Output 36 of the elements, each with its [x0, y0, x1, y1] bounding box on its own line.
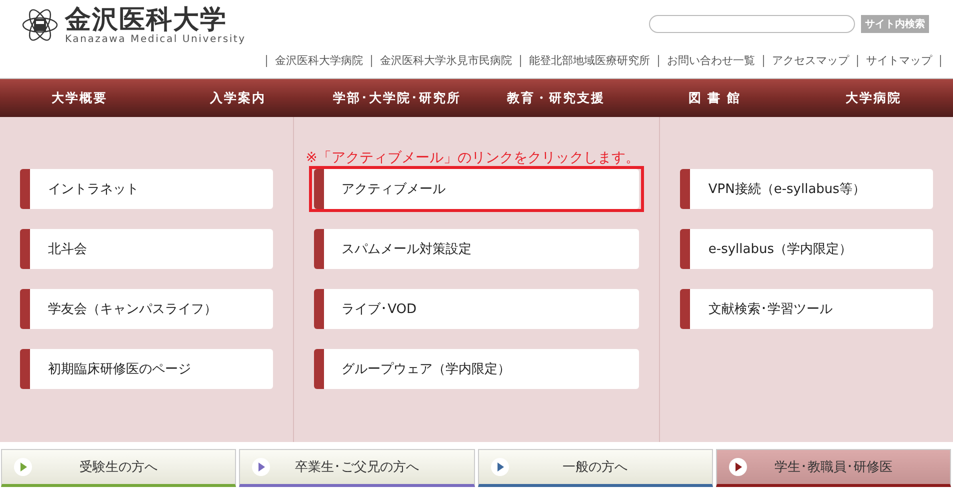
audience-tab[interactable]: 卒業生･ご父兄の方へ	[239, 449, 474, 487]
instruction-note: ※「アクティブメール」のリンクをクリックします。	[306, 149, 640, 167]
utility-link[interactable]: サイトマップ	[858, 53, 940, 68]
utility-link[interactable]: アクセスマップ	[764, 53, 857, 68]
utility-link[interactable]: お問い合わせ一覧	[659, 53, 763, 68]
link-card[interactable]: スパムメール対策設定	[314, 229, 640, 269]
nav-link[interactable]: 入学案内	[158, 79, 318, 117]
link-card[interactable]: 北斗会	[20, 229, 273, 269]
audience-tab[interactable]: 学生･教職員･研修医	[716, 449, 951, 487]
audience-tab[interactable]: 一般の方へ	[478, 449, 713, 487]
university-subtitle: Kanazawa Medical University	[65, 34, 246, 44]
link-card[interactable]: イントラネット	[20, 169, 273, 209]
nav-link[interactable]: 大学概要	[0, 79, 159, 117]
utility-link[interactable]: 金沢医科大学病院	[267, 53, 371, 68]
play-icon	[728, 458, 747, 476]
link-card[interactable]: 文献検索･学習ツール	[680, 289, 934, 329]
link-card[interactable]: e-syllabus（学内限定）	[680, 229, 934, 269]
link-card[interactable]: グループウェア（学内限定）	[314, 349, 640, 389]
nav-link[interactable]: 図 書 館	[635, 79, 794, 117]
play-icon	[252, 458, 270, 476]
utility-link[interactable]: 金沢医科大学氷見市民病院	[372, 53, 520, 68]
search-field[interactable]	[649, 15, 855, 33]
link-card[interactable]: VPN接続（e-syllabus等）	[680, 169, 934, 209]
emblem-icon	[21, 6, 59, 44]
play-icon	[490, 458, 508, 476]
link-card[interactable]: ライブ･VOD	[314, 289, 640, 329]
utility-link[interactable]: 能登北部地域医療研究所	[521, 53, 658, 68]
nav-link[interactable]: 学部･大学院･研究所	[318, 79, 476, 117]
link-card[interactable]: 初期臨床研修医のページ	[20, 349, 273, 389]
play-icon	[14, 458, 32, 476]
university-name: 金沢医科大学	[65, 6, 227, 34]
nav-link[interactable]: 教育・研究支援	[476, 79, 636, 117]
nav-link[interactable]: 大学病院	[794, 79, 953, 117]
audience-tab[interactable]: 受験生の方へ	[1, 449, 236, 487]
link-card[interactable]: 学友会（キャンパスライフ）	[20, 289, 273, 329]
link-card[interactable]: アクティブメール	[314, 169, 640, 209]
